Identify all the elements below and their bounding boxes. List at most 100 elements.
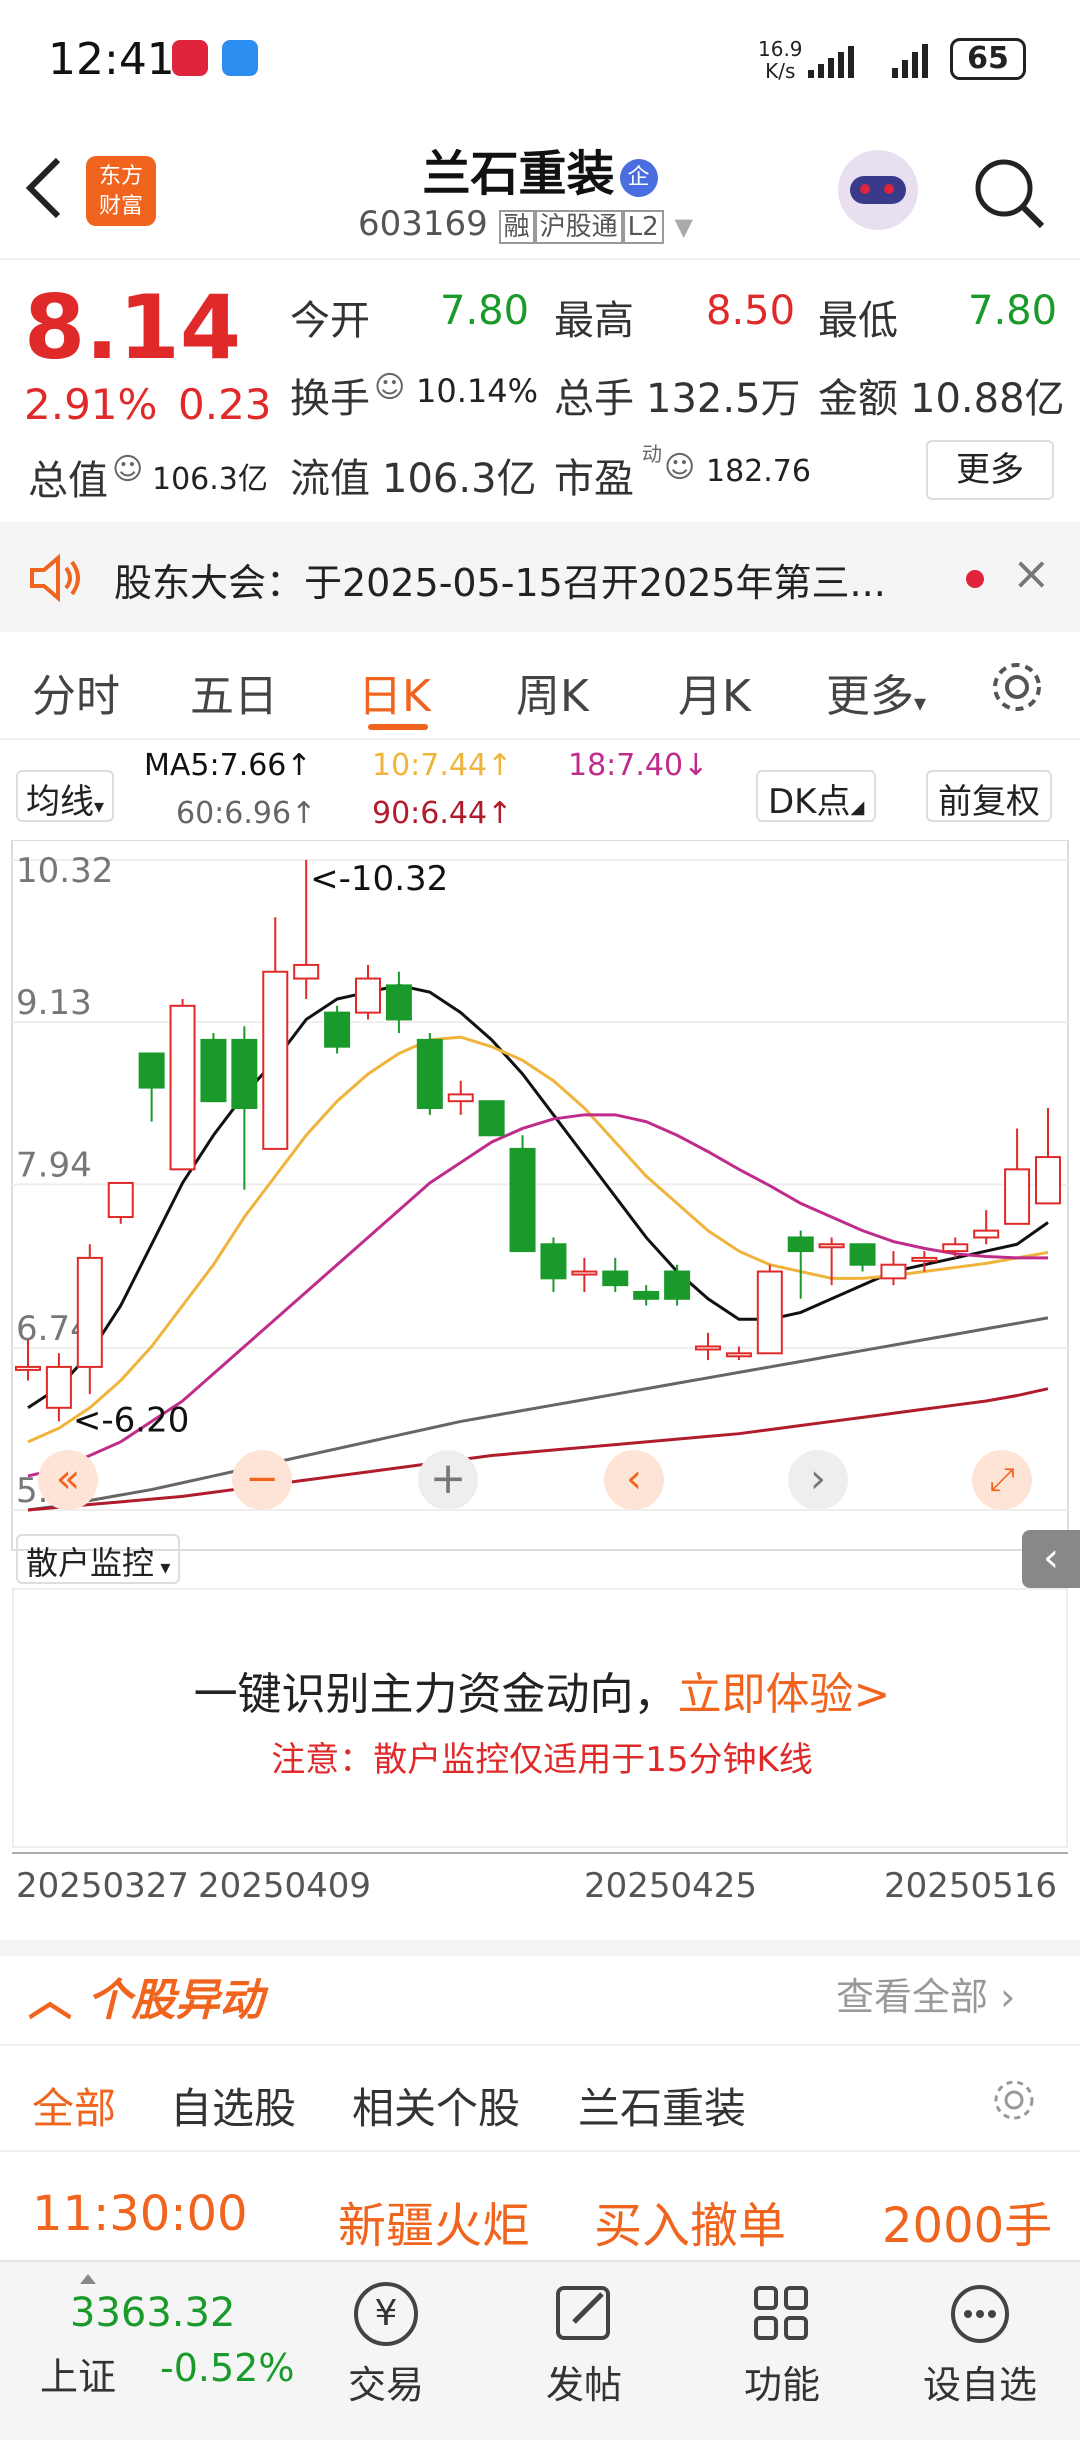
search-icon[interactable] [972, 156, 1046, 230]
candlestick-chart[interactable]: 10.329.137.946.745.55<-10.32<-6.20 [0, 840, 1080, 1560]
fullscreen-icon[interactable]: ⤢ [972, 1450, 1032, 1510]
turnover-label: 换手 [290, 376, 370, 422]
tab-weekly-k[interactable]: 周K [516, 660, 589, 724]
view-all-link[interactable]: 查看全部 › [836, 1966, 1015, 2021]
nav-add-watchlist[interactable]: 设自选 [920, 2282, 1040, 2409]
unread-dot [966, 570, 984, 588]
app-notification-icon [172, 40, 208, 76]
movement-stock: 新疆火炬 [338, 2198, 531, 2254]
candle-body [355, 977, 381, 1014]
weather-notification-icon [222, 40, 258, 76]
more-button[interactable]: 更多 [926, 440, 1054, 500]
scroll-left-icon[interactable]: ‹ [604, 1450, 664, 1510]
candle-body [169, 1004, 196, 1171]
candle-body [973, 1229, 1000, 1239]
quote-panel: 8.14 2.91% 0.23 总值 ☺ 106.3亿 今开 7.80 最高 8… [0, 262, 1080, 522]
candle-body [571, 1270, 598, 1276]
candle-body [45, 1365, 72, 1409]
monitor-panel: 一键识别主力资金动向，立即体验> 注意：散户监控仅适用于15分钟K线 [12, 1588, 1068, 1848]
divider [0, 2044, 1080, 2046]
tab-daily-k[interactable]: 日K [358, 660, 431, 724]
turnover-info-icon[interactable]: ☺ [374, 370, 405, 405]
date-tick-3: 20250425 [584, 1866, 758, 1906]
pe-info-icon[interactable]: ☺ [664, 450, 695, 485]
title-block[interactable]: 兰石重装 企 [0, 134, 1080, 204]
divider [0, 2150, 1080, 2152]
period-tabs: 分时 五日 日K 周K 月K 更多▾ [0, 632, 1080, 740]
expand-icon[interactable] [80, 2274, 96, 2284]
dk-point-toggle[interactable]: DK点◢ [756, 770, 877, 822]
zoom-out-icon[interactable]: − [232, 1450, 292, 1510]
candle-body [725, 1352, 752, 1358]
tab-monthly-k[interactable]: 月K [678, 660, 751, 724]
y-tick-label: 7.94 [16, 1145, 92, 1185]
nav-post[interactable]: 发帖 [524, 2282, 644, 2409]
tab-5day[interactable]: 五日 [190, 660, 278, 724]
candle-body [509, 1147, 536, 1253]
index-value[interactable]: 3363.32 [70, 2290, 235, 2336]
pe-value: 182.76 [706, 454, 811, 489]
amount-label: 金额 [818, 376, 898, 422]
trade-icon: ¥ [354, 2282, 418, 2346]
last-price: 8.14 [24, 276, 242, 379]
candle-body [478, 1100, 505, 1137]
zoom-in-icon[interactable]: + [418, 1450, 478, 1510]
tab-minute[interactable]: 分时 [32, 660, 120, 724]
change-percent: 2.91% [24, 380, 158, 429]
grid-functions-icon [754, 2286, 808, 2340]
kline-area: 均线▾ MA5:7.66↑ 10:7.44↑ 18:7.40↓ 60:6.96↑… [0, 740, 1080, 2020]
tab-more[interactable]: 更多▾ [826, 660, 926, 724]
signal-icon-2 [892, 44, 928, 78]
scroll-left-far-icon[interactable]: « [38, 1450, 98, 1510]
movement-row[interactable]: 11:30:00 新疆火炬 买入撤单 2000手 [0, 2186, 1080, 2256]
stock-header: 东方 财富 兰石重装 企 603169 融沪股通 L2 ▼ [0, 120, 1080, 260]
movement-tab-all[interactable]: 全部 [32, 2075, 116, 2136]
candle-body [818, 1243, 845, 1249]
notice-bar[interactable]: 股东大会：于2025-05-15召开2025年第三... × [0, 522, 1080, 632]
ma60-label: 60:6.96↑ [176, 796, 317, 831]
movement-quantity: 2000手 [882, 2198, 1053, 2254]
try-now-link[interactable]: 立即体验> [678, 1669, 891, 1720]
monitor-note: 注意：散户监控仅适用于15分钟K线 [271, 1740, 813, 1780]
mcap-label: 总值 [28, 458, 108, 504]
monitor-promo: 一键识别主力资金动向，立即体验> [193, 1669, 891, 1720]
active-tab-indicator [368, 724, 428, 730]
ma-selector[interactable]: 均线▾ [16, 770, 115, 822]
ma5-label: MA5:7.66↑ [144, 748, 312, 783]
candle-body [447, 1093, 474, 1103]
close-icon[interactable]: × [1012, 546, 1051, 600]
open-label: 今开 [290, 298, 370, 344]
float-label: 流值 [290, 456, 370, 502]
high-label: 最高 [554, 298, 634, 344]
movement-settings-icon[interactable] [990, 2076, 1038, 2124]
movement-action: 买入撤单 [594, 2198, 787, 2254]
candle-body [756, 1270, 783, 1355]
date-tick-2: 20250409 [198, 1866, 372, 1906]
ma90-label: 90:6.44↑ [372, 796, 513, 831]
monitor-selector[interactable]: 散户监控 ▾ [16, 1534, 181, 1584]
movement-tab-stock[interactable]: 兰石重装 [578, 2075, 746, 2136]
nav-functions[interactable]: 功能 [722, 2282, 842, 2409]
candle-body [231, 1038, 258, 1110]
movement-tab-related[interactable]: 相关个股 [352, 2075, 520, 2136]
status-bar: 12:41 16.9 K/s 65 [0, 0, 1080, 120]
nav-trade[interactable]: ¥ 交易 [326, 2282, 446, 2409]
scroll-right-icon[interactable]: › [788, 1450, 848, 1510]
index-name: 上证 [40, 2355, 117, 2399]
volume-value: 132.5万 [646, 376, 801, 422]
adjust-mode-button[interactable]: 前复权 [926, 770, 1052, 822]
info-icon[interactable]: ☺ [112, 452, 143, 487]
ma10-label: 10:7.44↑ [372, 748, 513, 783]
ma18-label: 18:7.40↓ [568, 748, 709, 783]
settings-gear-icon[interactable] [988, 658, 1046, 716]
movement-title[interactable]: ︿ 个股异动 [28, 1964, 263, 2028]
candle-body [1004, 1168, 1031, 1225]
candle-body [695, 1345, 721, 1351]
date-axis-line [12, 1852, 1068, 1854]
movement-tab-watchlist[interactable]: 自选股 [170, 2075, 296, 2136]
collapse-panel-icon[interactable]: ‹ [1022, 1530, 1080, 1588]
robot-assistant-icon[interactable] [838, 150, 918, 230]
candle-body [200, 1038, 227, 1103]
bottom-navigation: 3363.32 上证 -0.52% ¥ 交易 发帖 功能 设自选 [0, 2260, 1080, 2440]
badge-hk-connect: 沪股通 [534, 210, 623, 244]
